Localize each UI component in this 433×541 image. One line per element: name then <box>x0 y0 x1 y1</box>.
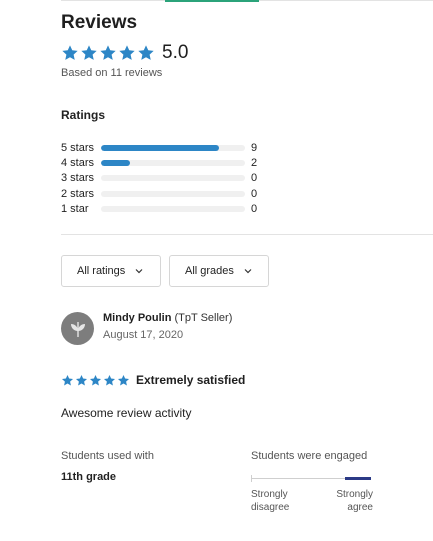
star-icon <box>119 45 135 60</box>
chevron-down-icon <box>244 269 252 274</box>
review-rating: Extremely satisfied <box>61 373 245 387</box>
reviewer-role: (TpT Seller) <box>174 312 233 324</box>
reviews-title: Reviews <box>61 12 138 33</box>
students-used-value: 11th grade <box>61 471 117 483</box>
grades-filter-dropdown[interactable]: All grades <box>169 255 269 287</box>
rating-row-count: 0 <box>251 203 258 216</box>
star-icon <box>81 45 97 60</box>
chevron-down-icon <box>135 269 143 274</box>
grades-filter-label: All grades <box>185 265 234 277</box>
rating-bar-fill <box>101 144 219 151</box>
star-icon <box>61 374 74 385</box>
rating-row-label: 3 stars <box>61 172 95 185</box>
rating-row-count: 2 <box>251 157 258 170</box>
review-date: August 17, 2020 <box>103 329 184 341</box>
review-headline: Extremely satisfied <box>136 373 246 387</box>
average-stars <box>61 44 155 62</box>
star-icon <box>75 374 88 385</box>
reviewer-text: Mindy Poulin (TpT Seller) August 17, 202… <box>103 312 232 345</box>
star-icon <box>138 45 154 60</box>
leaf-logo-icon <box>70 321 85 337</box>
engagement-scale-fill <box>344 477 371 480</box>
star-icon <box>100 45 116 60</box>
rating-row-3[interactable]: 3 stars 0 <box>61 171 271 186</box>
reviewer-name-line: Mindy Poulin (TpT Seller) <box>103 312 232 324</box>
rating-row-count: 0 <box>251 187 258 200</box>
engaged-label: Students were engaged <box>251 450 368 462</box>
reviewer-name[interactable]: Mindy Poulin <box>103 312 171 324</box>
rating-row-1[interactable]: 1 star 0 <box>61 202 271 217</box>
rating-row-label: 5 stars <box>61 141 95 154</box>
scale-high-label: Strongly agree <box>336 489 373 513</box>
rating-row-5[interactable]: 5 stars 9 <box>61 140 271 155</box>
active-tab-indicator <box>165 0 259 2</box>
rating-breakdown: 5 stars 9 4 stars 2 3 stars 0 2 stars 0 … <box>61 140 271 217</box>
average-rating: 5.0 <box>162 42 189 63</box>
star-icon <box>89 374 102 385</box>
rating-row-2[interactable]: 2 stars 0 <box>61 186 271 201</box>
rating-bar <box>101 190 245 197</box>
star-icon <box>103 374 116 385</box>
review-body: Awesome review activity <box>61 406 192 420</box>
avatar-icon[interactable] <box>61 312 94 345</box>
review-stars <box>61 374 130 387</box>
rating-row-count: 0 <box>251 172 258 185</box>
star-icon <box>62 45 78 60</box>
ratings-heading: Ratings <box>61 108 106 122</box>
rating-bar-fill <box>101 160 130 167</box>
rating-bar <box>101 175 245 182</box>
review-count-text: Based on 11 reviews <box>61 67 163 79</box>
rating-row-label: 1 star <box>61 203 89 216</box>
rating-bar <box>101 144 245 151</box>
review-filters: All ratings All grades <box>61 255 269 287</box>
rating-summary: 5.0 <box>61 42 188 64</box>
rating-row-count: 9 <box>251 141 258 154</box>
scale-low-label: Strongly disagree <box>251 489 290 513</box>
ratings-filter-dropdown[interactable]: All ratings <box>61 255 161 287</box>
rating-row-label: 2 stars <box>61 187 95 200</box>
engagement-scale-tick <box>251 475 252 482</box>
star-icon <box>117 374 130 385</box>
rating-bar <box>101 160 245 167</box>
reviewer-info: Mindy Poulin (TpT Seller) August 17, 202… <box>61 312 232 345</box>
engagement-scale <box>251 475 371 482</box>
section-divider <box>61 234 433 235</box>
ratings-filter-label: All ratings <box>77 265 126 277</box>
rating-row-4[interactable]: 4 stars 2 <box>61 155 271 170</box>
students-used-label: Students used with <box>61 450 154 462</box>
rating-row-label: 4 stars <box>61 157 95 170</box>
rating-bar <box>101 206 245 213</box>
